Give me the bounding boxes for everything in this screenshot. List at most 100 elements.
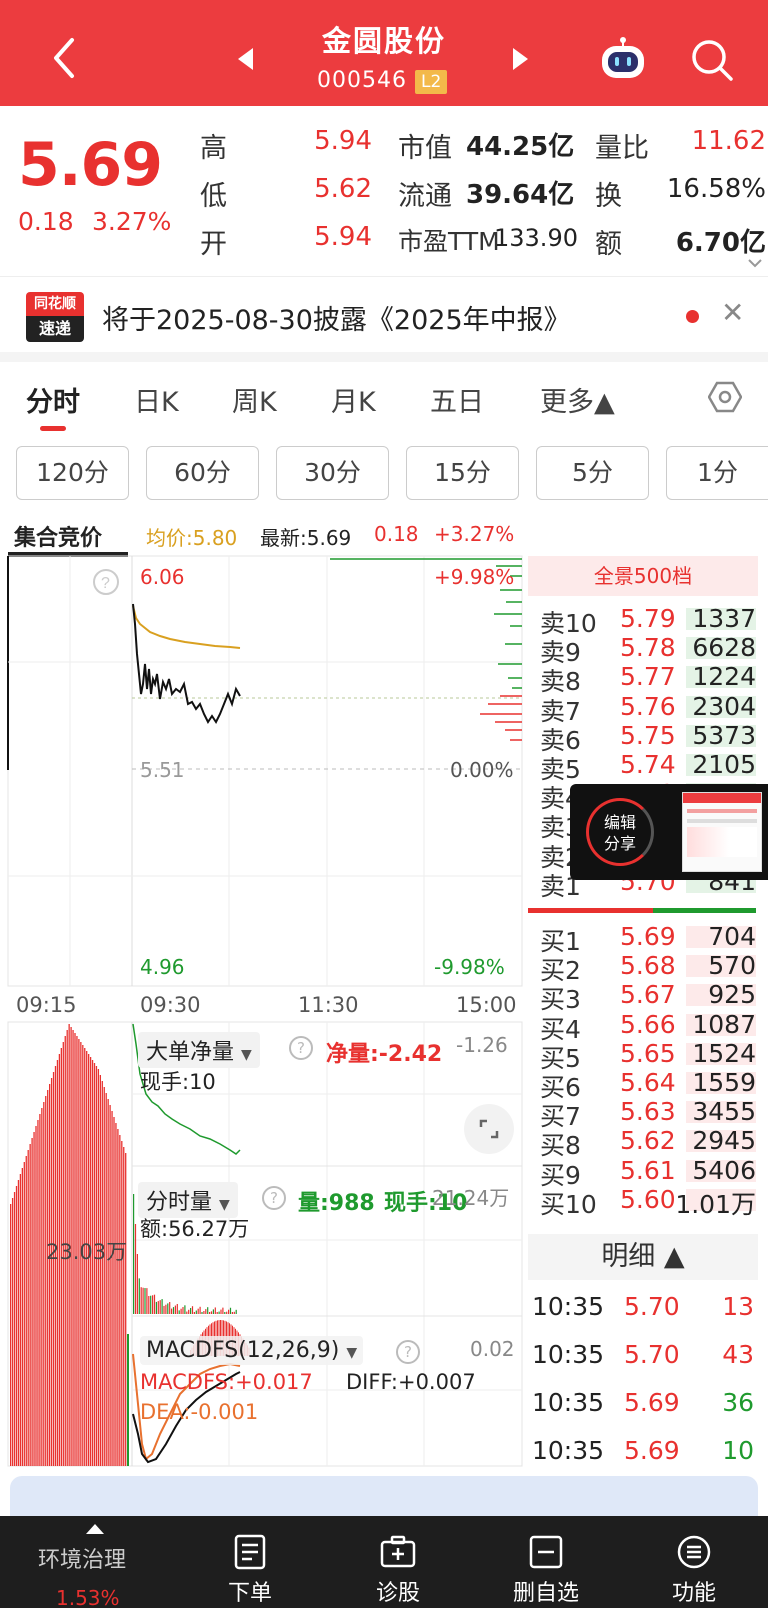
promo-banner[interactable] <box>10 1476 758 1520</box>
period-5min[interactable]: 5分 <box>536 446 649 500</box>
level2-badge[interactable]: L2 <box>415 70 448 94</box>
auction-volume-bar <box>101 1081 103 1466</box>
tab-intraday[interactable]: 分时 <box>26 380 80 419</box>
macd-help-icon[interactable]: ? <box>396 1340 420 1364</box>
auction-tab[interactable]: 集合竞价 <box>14 520 102 552</box>
place-order-button[interactable]: 下单 <box>190 1516 310 1608</box>
trade-volume: 36 <box>722 1388 754 1417</box>
period-15min[interactable]: 15分 <box>406 446 519 500</box>
detail-header[interactable]: 明细 ▲ <box>528 1234 758 1280</box>
trade-volume: 10 <box>722 1436 754 1465</box>
sector-name[interactable]: 环境治理 <box>38 1542 126 1574</box>
auction-volume-bar <box>99 1075 101 1466</box>
period-120min[interactable]: 120分 <box>16 446 129 500</box>
bid-level-price: 5.61 <box>620 1155 676 1185</box>
minus-box-icon <box>529 1535 563 1569</box>
tab-more[interactable]: 更多▲ <box>540 380 615 419</box>
bid-level-price: 5.60 <box>620 1184 676 1214</box>
period-60min[interactable]: 60分 <box>146 446 259 500</box>
ask-level-3[interactable]: 卖8 5.77 1224 <box>540 662 756 696</box>
auction-volume-bar <box>105 1093 107 1466</box>
intraday-volume-bar <box>229 1307 232 1314</box>
intraday-volume-bar <box>165 1304 167 1314</box>
share-widget[interactable]: 编辑 分享 <box>570 784 768 880</box>
macd-selector[interactable]: MACDFS(12,26,9) ▼ <box>140 1336 364 1365</box>
ask-level-6[interactable]: 卖5 5.74 2105 <box>540 750 756 784</box>
intraday-volume-bar <box>197 1308 199 1314</box>
tab-monthly-k[interactable]: 月K <box>331 380 376 419</box>
logo-line1: 同花顺 <box>26 292 84 316</box>
big-order-help-icon[interactable]: ? <box>289 1036 313 1060</box>
bid-level-9[interactable]: 买9 5.61 5406 <box>540 1155 756 1190</box>
ask-level-price: 5.77 <box>620 662 676 692</box>
intraday-volume-bar <box>163 1305 165 1314</box>
bid-level-5[interactable]: 买5 5.65 1524 <box>540 1039 756 1073</box>
market-cap-value: 44.25亿 <box>466 132 575 162</box>
auction-volume-bar <box>37 1120 39 1466</box>
bid-level-10[interactable]: 买10 5.60 1.01万 <box>540 1184 756 1219</box>
assistant-robot-icon[interactable] <box>598 36 648 80</box>
functions-button[interactable]: 功能 <box>634 1516 754 1608</box>
chart-settings-icon[interactable] <box>708 380 742 414</box>
turnover-value: 16.58% <box>666 174 766 204</box>
tab-daily-k[interactable]: 日K <box>134 380 179 419</box>
remove-watchlist-button[interactable]: 删自选 <box>486 1516 606 1608</box>
intraday-chart[interactable]: ? <box>0 554 528 1470</box>
volume-amount: 额:56.27万 <box>140 1217 250 1241</box>
auction-volume-bar <box>121 1141 123 1466</box>
ask-level-4[interactable]: 卖7 5.76 2304 <box>540 692 756 726</box>
pct-mid: 0.00% <box>450 758 514 782</box>
bid-level-price: 5.69 <box>620 922 676 951</box>
intraday-volume-bar <box>201 1312 203 1314</box>
fullscreen-button[interactable] <box>464 1104 514 1154</box>
volume-ratio-value: 11.62 <box>691 126 766 156</box>
trade-row: 10:35 5.70 13 <box>530 1292 756 1332</box>
pct-high: +9.98% <box>434 565 515 589</box>
ask-level-5[interactable]: 卖6 5.75 5373 <box>540 720 756 755</box>
period-1min[interactable]: 1分 <box>666 446 768 500</box>
auction-volume-bar <box>97 1069 100 1466</box>
tab-five-day[interactable]: 五日 <box>430 380 484 419</box>
trade-price: 5.69 <box>624 1436 680 1465</box>
intraday-volume-bar <box>188 1309 190 1314</box>
tab-weekly-k[interactable]: 周K <box>232 380 277 419</box>
volume-value: 量:988 <box>298 1191 375 1216</box>
big-order-selector[interactable]: 大单净量 ▼ <box>138 1032 260 1068</box>
sector-expand-icon[interactable] <box>86 1524 104 1534</box>
menu-circle-icon <box>677 1535 711 1569</box>
next-stock-icon[interactable] <box>513 48 528 70</box>
ask-level-2[interactable]: 卖9 5.78 6628 <box>540 633 756 667</box>
dropdown-icon: ▼ <box>241 1047 252 1063</box>
macdfs-value: MACDFS:+0.017 <box>140 1370 313 1394</box>
bid-level-7[interactable]: 买7 5.63 3455 <box>540 1097 756 1131</box>
time-1500: 15:00 <box>456 993 517 1017</box>
news-text[interactable]: 将于2025-08-30披露《2025年中报》 <box>102 298 571 337</box>
volume-help-icon[interactable]: ? <box>262 1186 286 1210</box>
period-30min[interactable]: 30分 <box>276 446 389 500</box>
panorama-500-button[interactable]: 全景500档 <box>528 556 758 596</box>
close-news-icon[interactable]: ✕ <box>721 296 744 329</box>
pe-value: 133.90 <box>494 224 578 252</box>
auction-volume-bar <box>43 1102 45 1466</box>
float-cap-value: 39.64亿 <box>466 180 575 210</box>
intraday-volume-bar <box>203 1311 205 1314</box>
volume-right: 21.24万 <box>432 1186 510 1210</box>
bid-level-3[interactable]: 买3 5.67 925 <box>540 980 756 1014</box>
bid-level-6[interactable]: 买6 5.64 1559 <box>540 1068 756 1102</box>
search-icon[interactable] <box>690 38 734 82</box>
bid-level-8[interactable]: 买8 5.62 2945 <box>540 1126 756 1160</box>
price-low: 4.96 <box>140 955 185 979</box>
big-order-right: -1.26 <box>456 1033 508 1057</box>
intraday-volume-bar <box>207 1307 209 1314</box>
bid-level-1[interactable]: 买1 5.69 704 <box>540 922 756 956</box>
auction-volume-bar <box>109 1105 111 1466</box>
diagnose-button[interactable]: 诊股 <box>338 1516 458 1608</box>
auction-volume-bar <box>27 1150 29 1466</box>
ask-level-price: 5.75 <box>620 720 676 750</box>
ask-level-1[interactable]: 卖10 5.79 1337 <box>540 604 756 638</box>
bid-level-2[interactable]: 买2 5.68 570 <box>540 951 756 985</box>
macd-right: 0.02 <box>470 1337 515 1361</box>
bid-level-4[interactable]: 买4 5.66 1087 <box>540 1010 756 1044</box>
ask-level-volume: 5373 <box>692 720 756 750</box>
expand-quote-icon[interactable] <box>748 258 762 268</box>
